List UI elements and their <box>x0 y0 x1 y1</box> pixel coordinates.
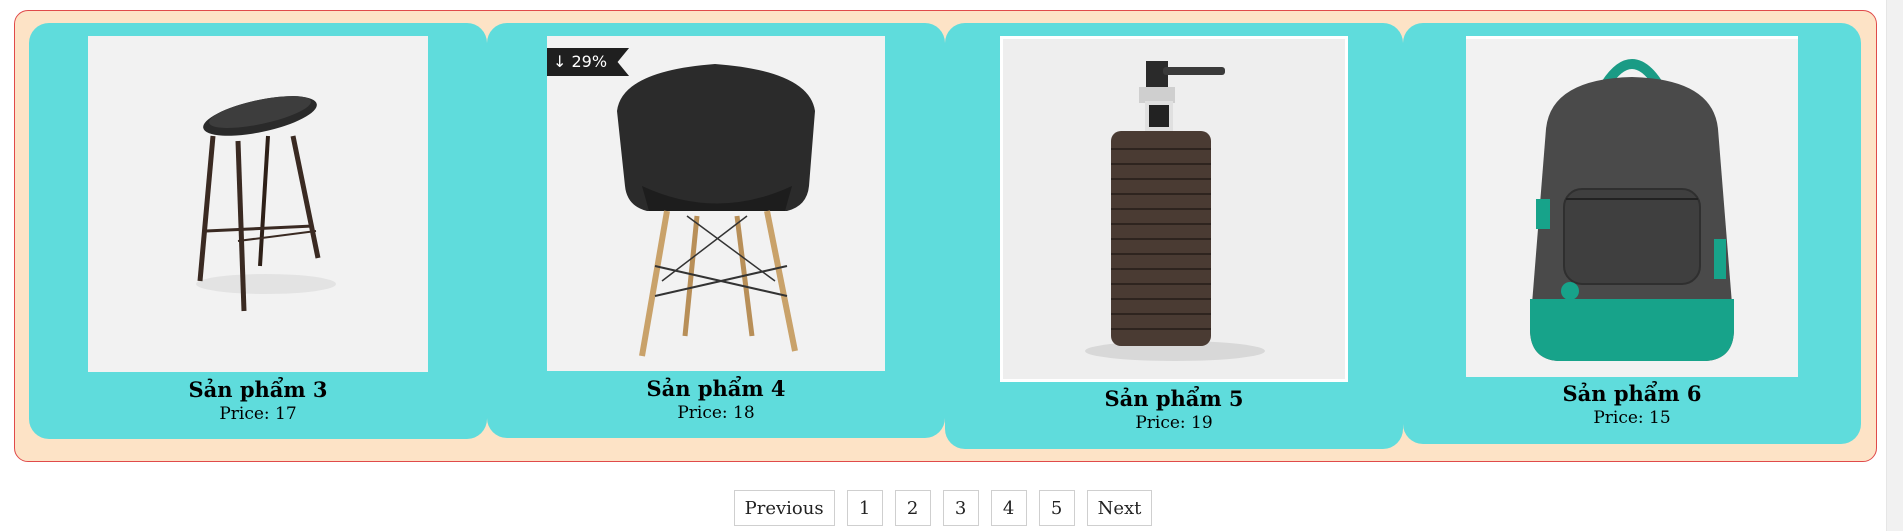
product-price: Price: 18 <box>677 403 755 423</box>
product-name[interactable]: Sản phẩm 4 <box>487 376 945 401</box>
product-name[interactable]: Sản phẩm 6 <box>1403 381 1861 406</box>
product-name[interactable]: Sản phẩm 5 <box>945 386 1403 411</box>
product-name[interactable]: Sản phẩm 3 <box>29 377 487 402</box>
product-list-panel: Sản phẩm 3 Price: 17 ↓ 29% Sản phẩm 4 Pr… <box>14 10 1877 462</box>
page-button-1[interactable]: 1 <box>846 490 883 526</box>
page-button-3[interactable]: 3 <box>942 490 979 526</box>
product-image-stool[interactable] <box>88 36 428 372</box>
product-image-chair[interactable]: ↓ 29% <box>547 36 885 371</box>
discount-badge: ↓ 29% <box>547 48 630 76</box>
product-image-backpack[interactable] <box>1466 36 1798 377</box>
product-price: Price: 17 <box>219 404 297 424</box>
page: Sản phẩm 3 Price: 17 ↓ 29% Sản phẩm 4 Pr… <box>0 0 1903 531</box>
page-button-4[interactable]: 4 <box>990 490 1027 526</box>
vertical-scrollbar[interactable] <box>1886 0 1903 531</box>
next-button[interactable]: Next <box>1086 490 1153 526</box>
stool-image <box>88 36 428 372</box>
page-button-2[interactable]: 2 <box>894 490 931 526</box>
previous-button[interactable]: Previous <box>733 490 835 526</box>
product-card[interactable]: Sản phẩm 3 Price: 17 <box>29 23 487 439</box>
chair-image <box>547 36 885 371</box>
soap-dispenser-image <box>1003 39 1345 379</box>
product-card[interactable]: Sản phẩm 6 Price: 15 <box>1403 23 1861 444</box>
page-button-5[interactable]: 5 <box>1038 490 1075 526</box>
backpack-image <box>1466 39 1798 377</box>
product-card[interactable]: Sản phẩm 5 Price: 19 <box>945 23 1403 449</box>
product-card[interactable]: ↓ 29% Sản phẩm 4 Price: 18 <box>487 23 945 438</box>
product-image-soap-dispenser[interactable] <box>1000 36 1348 382</box>
product-price: Price: 19 <box>1135 413 1213 433</box>
product-price: Price: 15 <box>1593 408 1671 428</box>
pagination: Previous 1 2 3 4 5 Next <box>0 489 1886 527</box>
